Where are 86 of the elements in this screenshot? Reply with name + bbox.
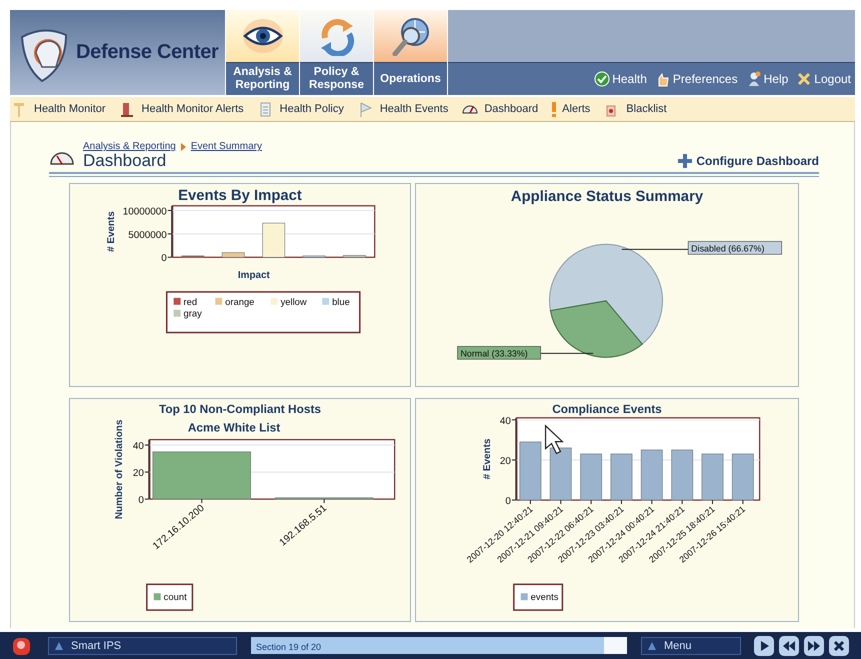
bar [343, 255, 366, 258]
close-button[interactable] [829, 636, 849, 656]
rewind-button[interactable] [779, 636, 799, 656]
bar [580, 454, 602, 500]
bar [610, 454, 632, 500]
axis-label: Impact [238, 270, 270, 282]
x-icon [796, 71, 812, 87]
axis-label: # Events [482, 438, 494, 480]
eye-icon [240, 16, 284, 56]
check-circle-icon [594, 71, 610, 87]
legend-label: blue [332, 296, 350, 307]
toolbar-link[interactable]: Health Monitor [34, 103, 106, 115]
legend-label: gray [184, 308, 202, 319]
bar [550, 448, 572, 500]
y-axis [167, 205, 172, 258]
tick-label: 20 [132, 468, 144, 480]
slice-label: Normal (33.33%) [460, 348, 528, 358]
leader-line [621, 248, 689, 250]
bar [181, 256, 204, 258]
axis-label: Number of Violations [114, 420, 126, 520]
axis-label: # Events [106, 211, 118, 252]
app-title: Defense Center [76, 41, 219, 64]
bar [302, 256, 326, 258]
bar [732, 454, 754, 500]
fast-forward-button[interactable] [804, 636, 824, 656]
rewind-icon [782, 638, 796, 652]
tick-label: 0 [505, 496, 511, 508]
tick-label: 0 [161, 253, 167, 264]
toolbar-link[interactable]: Dashboard [484, 103, 538, 115]
plus-icon [677, 153, 694, 169]
chart-title: Appliance Status Summary [510, 188, 704, 205]
slice-label: Disabled (66.67%) [691, 243, 764, 254]
y-axis [144, 439, 150, 500]
tick-label: 40 [132, 441, 144, 452]
header-link[interactable]: Preferences [672, 72, 738, 86]
nav-tab[interactable]: Analysis & Reporting [226, 62, 299, 95]
legend-label: count [164, 591, 187, 602]
tick-label: 40 [500, 416, 511, 427]
legend-label: events [530, 591, 558, 602]
toolbar-link[interactable]: Alerts [562, 103, 590, 115]
app-menu-dropdown[interactable]: Smart IPS [48, 636, 237, 654]
bar [262, 222, 286, 258]
tick-label: 20 [500, 456, 511, 467]
bar-icon [120, 100, 136, 118]
triangle-icon [648, 642, 656, 650]
legend-box [146, 584, 194, 611]
fast-forward-icon [807, 638, 821, 652]
header-link[interactable]: Logout [814, 72, 851, 86]
configure-dashboard-button[interactable]: Configure Dashboard [677, 153, 819, 169]
legend-box [513, 584, 564, 611]
nav-tab[interactable]: Policy & Response [300, 62, 373, 95]
bar [702, 454, 724, 500]
chart-title: Events By Impact [178, 188, 302, 204]
bar [671, 450, 694, 500]
header-link[interactable]: Health [612, 72, 647, 86]
progress-label: Section 19 of 20 [255, 642, 322, 652]
toolbar-link[interactable]: Blacklist [626, 103, 667, 115]
legend-label: yellow [280, 296, 307, 307]
tick-label: 10000000 [122, 206, 167, 218]
exclamation-icon [552, 100, 556, 118]
header-link[interactable]: Help [764, 72, 788, 86]
bar [640, 450, 663, 500]
mouse-cursor-icon [544, 424, 564, 454]
legend-label: red [184, 296, 198, 307]
leader-line [540, 352, 594, 354]
toolbar-link[interactable]: Health Monitor Alerts [142, 103, 244, 115]
bar [222, 252, 245, 258]
chart-title: Top 10 Non-Compliant Hosts [158, 402, 322, 416]
breadcrumb-link[interactable]: Analysis & Reporting [83, 141, 176, 152]
flag-icon [358, 100, 374, 118]
chart-subtitle: Acme White List [188, 420, 280, 435]
tick-label: 5000000 [128, 230, 167, 241]
toolbar-link[interactable]: Health Policy [280, 103, 344, 115]
nav-tab[interactable]: Operations [374, 62, 447, 95]
tick-label: 0 [138, 495, 144, 506]
legend-label: orange [225, 296, 254, 307]
play-button[interactable] [754, 636, 774, 656]
page-title: Dashboard [83, 152, 166, 170]
bar [519, 442, 542, 500]
toolbar-link[interactable]: Health Events [380, 103, 448, 115]
chevron-icon [180, 142, 186, 150]
breadcrumb-link[interactable]: Event Summary [190, 141, 262, 152]
triangle-icon [55, 642, 63, 650]
chart-title: Compliance Events [552, 402, 662, 416]
close-icon [832, 638, 846, 652]
menu-dropdown[interactable]: Menu [641, 636, 741, 654]
